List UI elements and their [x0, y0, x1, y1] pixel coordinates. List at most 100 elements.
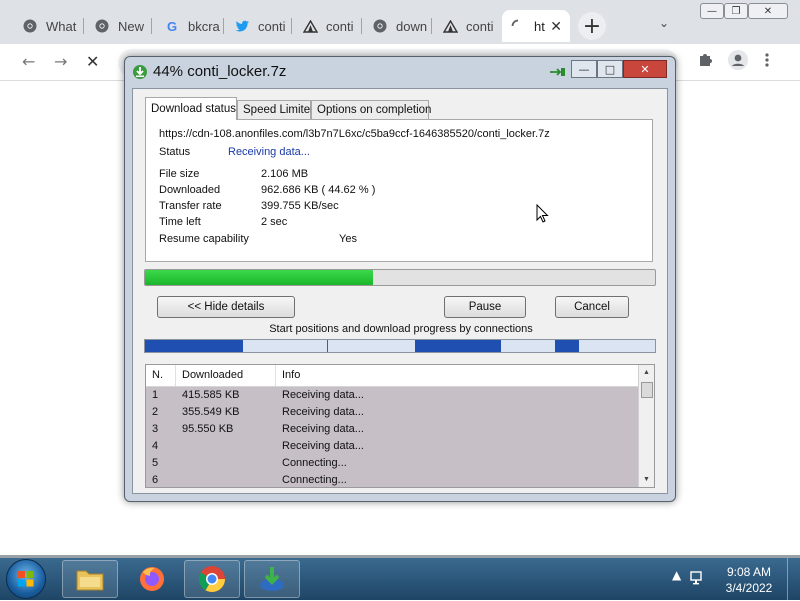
browser-tab-strip: What New G bkcra conti conti down conti …	[0, 0, 800, 44]
download-progress-bar	[144, 269, 656, 286]
tab-download-status[interactable]: Download status	[145, 97, 237, 120]
back-arrow-icon[interactable]: ←	[22, 52, 35, 71]
row-info: Receiving data...	[282, 389, 364, 401]
connection-segment-1	[145, 340, 243, 352]
browser-tab-active[interactable]: ht ✕	[502, 10, 570, 42]
row-info: Receiving data...	[282, 423, 364, 435]
idm-icon	[260, 567, 284, 591]
window-minimize-button[interactable]: —	[700, 3, 724, 19]
table-row[interactable]: 2 355.549 KB Receiving data...	[146, 404, 639, 421]
table-row[interactable]: 3 95.550 KB Receiving data...	[146, 421, 639, 438]
new-tab-button[interactable]: +	[578, 12, 606, 40]
tab-title: New	[118, 18, 145, 34]
status-value: Receiving data...	[228, 146, 310, 158]
browser-tab-3[interactable]: G bkcra	[156, 10, 224, 42]
globe-icon	[372, 18, 388, 34]
scroll-down-arrow-icon[interactable]: ▼	[639, 472, 654, 487]
table-row[interactable]: 5 Connecting...	[146, 455, 639, 472]
transfer-rate-label: Transfer rate	[159, 200, 222, 212]
loading-icon	[510, 18, 526, 34]
status-label: Status	[159, 146, 191, 158]
forward-arrow-icon[interactable]: →	[54, 52, 67, 71]
browser-tab-5[interactable]: conti	[294, 10, 362, 42]
dialog-close-button[interactable]: ✕	[623, 60, 667, 78]
chrome-icon	[94, 18, 110, 34]
show-hidden-icons-icon[interactable]: ▲	[672, 568, 681, 582]
browser-tab-7[interactable]: conti	[434, 10, 500, 42]
stop-loading-icon[interactable]: ✕	[86, 52, 99, 71]
window-close-button[interactable]: ✕	[748, 3, 788, 19]
clock-time: 9:08 AM	[726, 565, 772, 579]
tab-title: bkcra	[188, 18, 220, 34]
taskbar-firefox[interactable]	[124, 560, 180, 598]
tab-title: down	[396, 18, 428, 34]
table-scrollbar[interactable]: ▲ ▼	[638, 365, 654, 487]
row-downloaded: 415.585 KB	[182, 389, 240, 401]
browser-tab-2[interactable]: New	[86, 10, 152, 42]
window-maximize-button[interactable]: ❐	[724, 3, 748, 19]
tab-title: conti	[258, 18, 286, 34]
windows-logo-icon	[18, 571, 34, 587]
start-button[interactable]	[6, 559, 46, 599]
firefox-icon	[140, 567, 164, 591]
row-downloaded: 355.549 KB	[182, 406, 240, 418]
twitter-icon	[234, 18, 250, 34]
windows-taskbar: ▲ 9:08 AM 3/4/2022	[0, 558, 800, 600]
connections-caption: Start positions and download progress by…	[269, 323, 533, 335]
taskbar-file-explorer[interactable]	[62, 560, 118, 598]
network-icon[interactable]	[690, 569, 706, 588]
show-desktop-button[interactable]	[787, 558, 800, 600]
pause-button[interactable]: Pause	[444, 296, 526, 318]
table-row[interactable]: 1 415.585 KB Receiving data...	[146, 387, 639, 404]
dialog-title-bar[interactable]: 44% conti_locker.7z — □ ✕	[125, 57, 675, 89]
taskbar-chrome[interactable]	[184, 560, 240, 598]
dialog-maximize-button[interactable]: □	[597, 60, 623, 78]
minimize-to-tray-icon[interactable]	[549, 67, 567, 80]
progress-fill	[145, 270, 373, 285]
time-left-value: 2 sec	[261, 216, 288, 228]
tab-title: conti	[466, 18, 494, 34]
browser-tab-4[interactable]: conti	[226, 10, 292, 42]
column-header-n[interactable]: N.	[146, 365, 176, 386]
transfer-rate-value: 399.755 KB/sec	[261, 200, 339, 212]
connections-table: N. Downloaded Info 1 415.585 KB Receivin…	[145, 364, 655, 488]
profile-avatar-icon[interactable]	[728, 50, 748, 74]
connection-segment-3	[555, 340, 579, 352]
browser-tab-6[interactable]: down	[364, 10, 432, 42]
clock-date: 3/4/2022	[725, 581, 773, 595]
menu-icon[interactable]	[764, 52, 770, 72]
table-row[interactable]: 6 Connecting...	[146, 472, 639, 487]
dialog-minimize-button[interactable]: —	[571, 60, 597, 78]
browser-tab-1[interactable]: What	[14, 10, 84, 42]
connections-progress-bar	[144, 339, 656, 353]
close-tab-icon[interactable]: ✕	[550, 18, 562, 35]
column-header-info[interactable]: Info	[276, 365, 639, 386]
cancel-button[interactable]: Cancel	[555, 296, 629, 318]
tent-icon	[442, 18, 458, 34]
table-row[interactable]: 4 Receiving data...	[146, 438, 639, 455]
column-header-downloaded[interactable]: Downloaded	[176, 365, 276, 386]
taskbar-idm[interactable]	[244, 560, 300, 598]
tab-speed-limiter[interactable]: Speed Limiter	[237, 100, 314, 119]
connection-start-marker	[327, 340, 328, 352]
google-icon: G	[166, 18, 178, 34]
download-status-panel: https://cdn-108.anonfiles.com/l3b7n7L6xc…	[145, 119, 653, 262]
row-number: 2	[152, 406, 159, 418]
tab-title: ht	[534, 18, 545, 34]
row-info: Connecting...	[282, 457, 347, 469]
idm-icon	[132, 64, 148, 80]
time-left-label: Time left	[159, 216, 201, 228]
file-explorer-icon	[76, 570, 104, 591]
scroll-up-arrow-icon[interactable]: ▲	[639, 365, 654, 380]
hide-details-button[interactable]: << Hide details	[157, 296, 295, 318]
tab-search-button[interactable]: ⌄	[659, 16, 669, 30]
row-number: 1	[152, 389, 159, 401]
system-clock[interactable]: 9:08 AM 3/4/2022	[718, 564, 780, 596]
file-size-label: File size	[159, 168, 200, 180]
extensions-icon[interactable]	[697, 52, 713, 72]
downloaded-label: Downloaded	[159, 184, 221, 196]
scrollbar-thumb[interactable]	[641, 382, 653, 398]
table-header: N. Downloaded Info	[146, 365, 639, 387]
tab-options-on-completion[interactable]: Options on completion	[311, 100, 431, 119]
dialog-body: Download status Speed Limiter Options on…	[132, 88, 668, 494]
